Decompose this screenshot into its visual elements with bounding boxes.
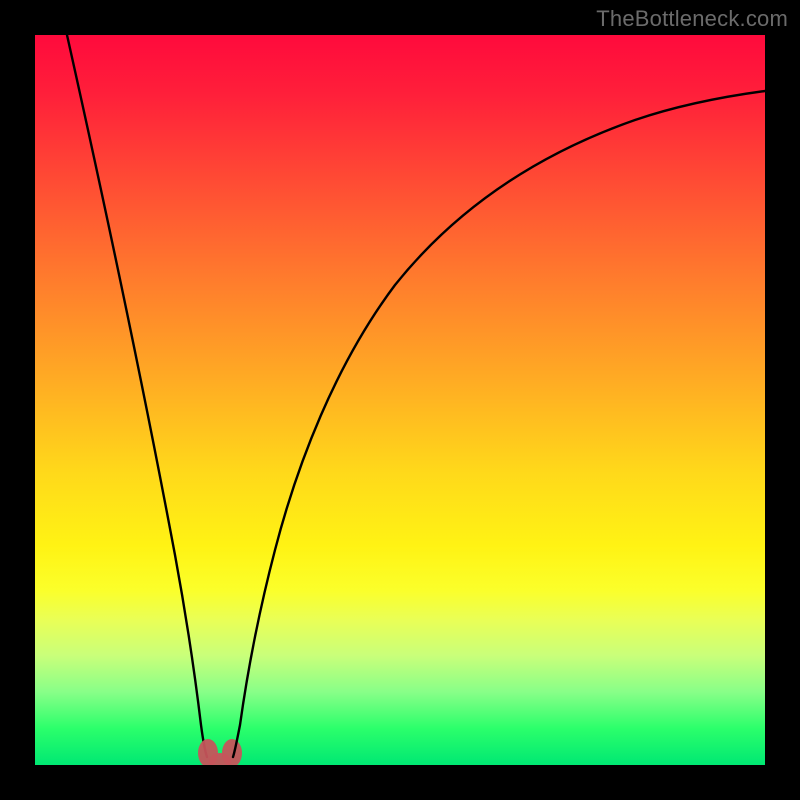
outer-frame: TheBottleneck.com (0, 0, 800, 800)
plot-area (35, 35, 765, 765)
bottleneck-curve (35, 35, 765, 765)
curve-right-branch (233, 91, 765, 757)
curve-left-branch (67, 35, 207, 757)
watermark-text: TheBottleneck.com (596, 6, 788, 32)
